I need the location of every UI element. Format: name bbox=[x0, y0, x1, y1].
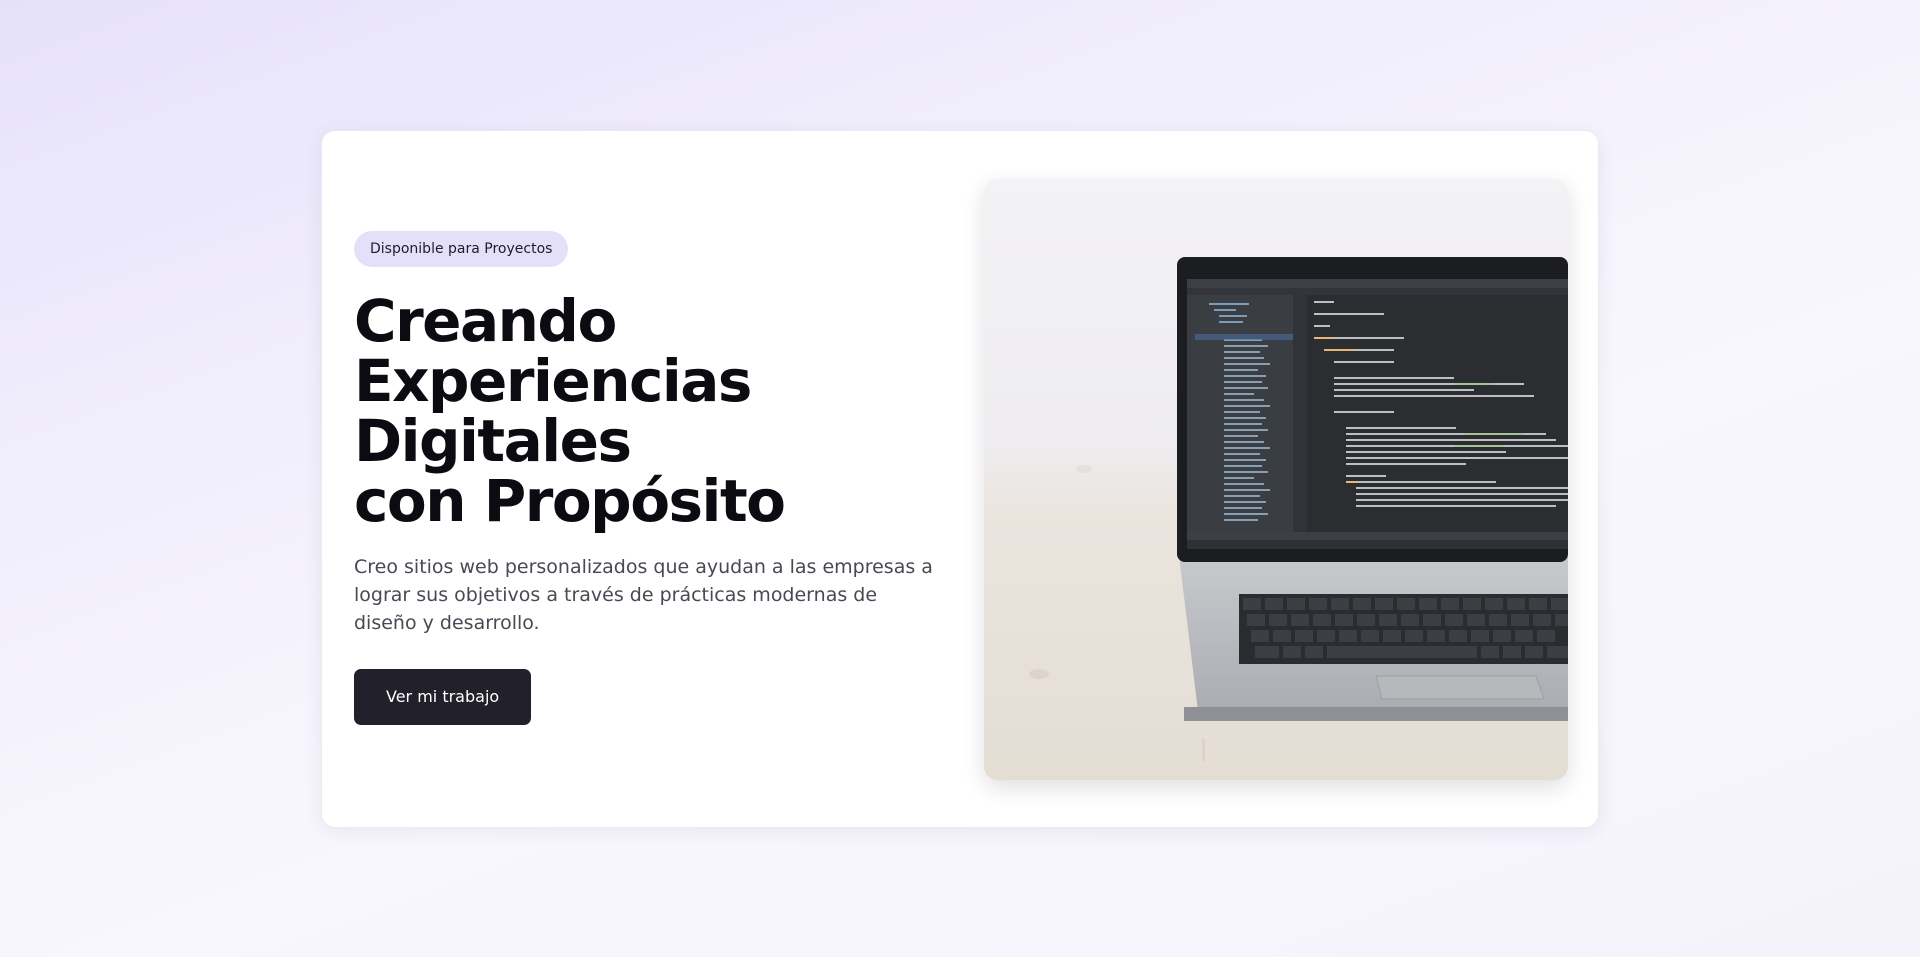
laptop-illustration bbox=[984, 179, 1568, 780]
headline-line: Creando bbox=[354, 287, 617, 355]
headline-line: con Propósito bbox=[354, 467, 786, 535]
headline-line: Digitales bbox=[354, 407, 632, 475]
availability-badge: Disponible para Proyectos bbox=[354, 231, 569, 267]
hero-headline: Creando Experiencias Digitales con Propó… bbox=[354, 291, 954, 531]
hero-image bbox=[984, 179, 1568, 780]
hero-card: Disponible para Proyectos Creando Experi… bbox=[321, 130, 1599, 828]
hero-description: Creo sitios web personalizados que ayuda… bbox=[354, 556, 933, 634]
headline-line: Experiencias bbox=[354, 347, 752, 415]
hero-content: Disponible para Proyectos Creando Experi… bbox=[354, 231, 954, 725]
view-work-button[interactable]: Ver mi trabajo bbox=[354, 669, 532, 725]
